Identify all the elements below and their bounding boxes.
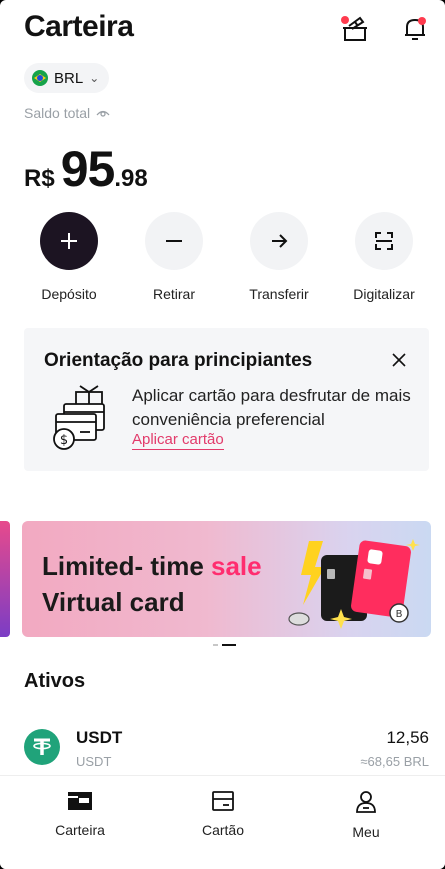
balance-integer: 95 [60, 141, 116, 197]
minus-icon [145, 212, 203, 270]
bell-notification-dot [418, 17, 426, 25]
tether-icon [24, 729, 60, 765]
previous-banner-peek[interactable] [0, 521, 10, 637]
asset-name: USDT [76, 728, 123, 747]
nav-item-meu[interactable]: Meu [306, 790, 426, 840]
page-title: Carteira [24, 10, 134, 43]
balance-label-row: Saldo total [24, 105, 110, 121]
promo-banner[interactable]: Limited- time sale Virtual card B [22, 521, 431, 637]
banner-headline: Limited- time sale [42, 551, 262, 582]
beginner-guide-card: Orientação para principiantes $ Aplicar … [24, 328, 429, 471]
header: Carteira [0, 0, 445, 58]
virtual-card-illustration-icon: B [288, 539, 420, 629]
chevron-down-icon: ⌄ [89, 71, 100, 85]
apply-card-link[interactable]: Aplicar cartão [132, 431, 224, 450]
balance-currency: R$ [24, 165, 55, 192]
profile-icon [356, 791, 376, 813]
card-gift-illustration-icon: $ [53, 385, 105, 450]
banner-pagination [213, 644, 236, 646]
bell-icon[interactable] [398, 12, 432, 46]
balance-amount: R$ 95 .98 [24, 140, 148, 198]
arrow-right-icon [250, 212, 308, 270]
asset-amount: 12,56 [386, 728, 429, 747]
currency-selector[interactable]: BRL ⌄ [24, 63, 110, 93]
currency-code: BRL [54, 69, 84, 87]
banner-headline-sale: sale [211, 551, 262, 581]
asset-row-usdt[interactable]: USDT USDT 12,56 ≈68,65 BRL [24, 725, 429, 775]
wallet-screen: Carteira BRL ⌄ Saldo total R$ 95 .98 Dep… [0, 0, 445, 869]
withdraw-button[interactable]: Retirar [119, 212, 229, 302]
plus-icon [40, 212, 98, 270]
guide-description: Aplicar cartão para desfrutar de mais co… [132, 386, 411, 429]
pagination-dot-active[interactable] [222, 644, 236, 646]
close-icon[interactable] [387, 348, 411, 372]
banner-headline-prefix: Limited- time [42, 551, 212, 581]
scan-button[interactable]: Digitalizar [329, 212, 439, 302]
nav-label-meu: Meu [352, 824, 380, 840]
withdraw-label: Retirar [152, 286, 195, 302]
eye-icon[interactable] [96, 108, 110, 118]
banner-subheadline: Virtual card [42, 587, 185, 617]
nav-item-carteira[interactable]: Carteira [20, 790, 140, 838]
balance-decimal: .98 [114, 165, 148, 192]
brazil-flag-icon [32, 70, 48, 86]
asset-subtitle: USDT [76, 754, 112, 769]
deposit-button[interactable]: Depósito [14, 212, 124, 302]
nav-item-cartao[interactable]: Cartão [163, 790, 283, 838]
balance-label: Saldo total [24, 105, 91, 121]
svg-text:B: B [396, 609, 403, 620]
svg-text:$: $ [60, 433, 68, 448]
deposit-label: Depósito [41, 286, 97, 302]
asset-converted-value: ≈68,65 BRL [360, 754, 429, 769]
guide-title: Orientação para principiantes [44, 350, 313, 371]
scan-icon [355, 212, 413, 270]
gift-notification-dot [341, 16, 349, 24]
wallet-icon [68, 792, 92, 810]
bottom-navigation: Carteira Cartão Meu [0, 775, 445, 869]
transfer-label: Transferir [249, 286, 309, 302]
card-icon [212, 791, 234, 811]
nav-label-cartao: Cartão [201, 822, 245, 838]
gift-icon[interactable] [338, 12, 372, 46]
scan-label: Digitalizar [353, 286, 415, 302]
nav-label-carteira: Carteira [55, 822, 105, 838]
transfer-button[interactable]: Transferir [224, 212, 334, 302]
quick-actions: Depósito Retirar Transferir Digitalizar [0, 212, 445, 302]
assets-title: Ativos [24, 670, 86, 692]
pagination-dot[interactable] [213, 644, 218, 646]
